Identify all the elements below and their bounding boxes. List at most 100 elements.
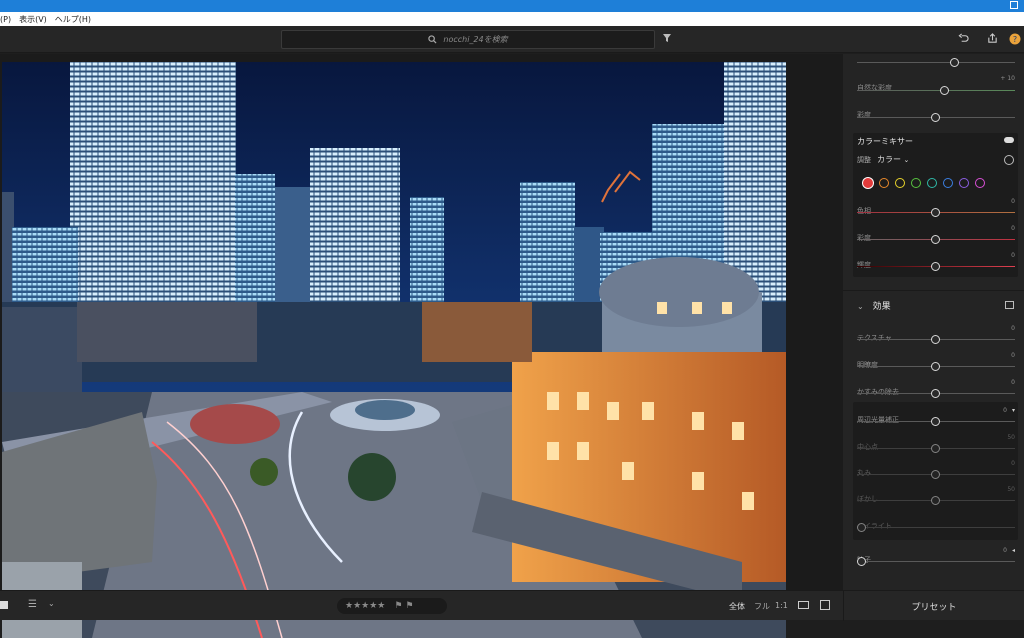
effects-header[interactable]: ⌄ 効果 bbox=[857, 299, 891, 312]
highlights-slider[interactable] bbox=[857, 523, 1015, 532]
compare-icon[interactable] bbox=[1005, 301, 1014, 309]
texture-knob[interactable] bbox=[931, 335, 940, 344]
title-bar bbox=[0, 0, 1024, 12]
vignette-slider[interactable] bbox=[857, 417, 1015, 426]
vibrance-value[interactable]: + 10 bbox=[1000, 75, 1015, 82]
midpoint-label: 中心点 bbox=[857, 443, 878, 451]
filter-icon[interactable] bbox=[661, 33, 673, 45]
edit-panel: 自然な彩度 + 10 彩度 カラーミキサー 調整 カラー ⌄ 色相 0 彩度 0… bbox=[843, 54, 1024, 590]
lum-slider[interactable] bbox=[857, 262, 1015, 271]
rating-stars[interactable]: ★★★★★ bbox=[345, 601, 385, 611]
feather-slider[interactable] bbox=[857, 496, 1015, 505]
color-mixer-title: カラーミキサー bbox=[857, 137, 913, 146]
adjust-dropdown[interactable]: カラー ⌄ bbox=[877, 154, 909, 165]
fill-button[interactable]: フル bbox=[754, 601, 770, 612]
roundness-value[interactable]: 0 bbox=[1011, 460, 1015, 467]
presets-button[interactable]: プリセット bbox=[843, 591, 1024, 621]
svg-text:?: ? bbox=[1013, 35, 1017, 44]
lum-value[interactable]: 0 bbox=[1011, 252, 1015, 259]
sat-knob[interactable] bbox=[931, 235, 940, 244]
presets-label: プリセット bbox=[911, 602, 957, 613]
sat-slider[interactable] bbox=[857, 235, 1015, 244]
vignette-knob[interactable] bbox=[931, 417, 940, 426]
undo-icon[interactable] bbox=[957, 33, 969, 45]
one-to-one-button[interactable]: 1:1 bbox=[775, 601, 788, 610]
feather-value[interactable]: 50 bbox=[1007, 486, 1015, 493]
roundness-knob[interactable] bbox=[931, 470, 940, 479]
vibrance-row: 自然な彩度 + 10 bbox=[857, 75, 1015, 95]
color-swatch[interactable] bbox=[911, 178, 921, 188]
color-swatch[interactable] bbox=[975, 178, 985, 188]
color-mixer-toggle[interactable] bbox=[1004, 137, 1014, 143]
color-swatch[interactable] bbox=[943, 178, 953, 188]
grain-row: 粒子 0 ◂ bbox=[857, 547, 1015, 566]
chevron-down-icon[interactable]: ⌄ bbox=[48, 599, 55, 608]
midpoint-slider[interactable] bbox=[857, 444, 1015, 453]
hue-label: 色相 bbox=[857, 207, 871, 215]
dropdown-arrow-icon[interactable]: ▾ bbox=[1012, 407, 1015, 414]
sort-icon[interactable]: ☰ bbox=[28, 599, 37, 610]
lum-knob[interactable] bbox=[931, 262, 940, 271]
saturation-knob[interactable] bbox=[931, 113, 940, 122]
midpoint-value[interactable]: 50 bbox=[1007, 434, 1015, 441]
texture-slider[interactable] bbox=[857, 335, 1015, 344]
clarity-label: 明瞭度 bbox=[857, 361, 878, 369]
help-icon[interactable]: ? bbox=[1009, 33, 1021, 45]
color-swatch-row bbox=[863, 178, 985, 188]
top-toolbar: nocchi_24を検索 ? bbox=[0, 26, 1024, 53]
menu-edit[interactable]: (P) bbox=[0, 15, 11, 24]
clarity-row: 明瞭度 0 bbox=[857, 352, 1015, 371]
menu-help[interactable]: ヘルプ(H) bbox=[55, 14, 91, 25]
hue-value[interactable]: 0 bbox=[1011, 198, 1015, 205]
dehaze-slider[interactable] bbox=[857, 389, 1015, 398]
hue-knob[interactable] bbox=[931, 208, 940, 217]
clarity-knob[interactable] bbox=[931, 362, 940, 371]
fit-button[interactable]: 全体 bbox=[729, 601, 745, 612]
divider bbox=[843, 290, 1024, 291]
color-swatch[interactable] bbox=[879, 178, 889, 188]
dehaze-knob[interactable] bbox=[931, 389, 940, 398]
midpoint-knob[interactable] bbox=[931, 444, 940, 453]
chevron-down-icon: ⌄ bbox=[857, 302, 864, 311]
color-swatch[interactable] bbox=[927, 178, 937, 188]
vibrance-slider[interactable] bbox=[857, 86, 1015, 95]
dropdown-arrow-icon[interactable]: ◂ bbox=[1012, 547, 1015, 554]
temp-slider[interactable] bbox=[857, 58, 1015, 67]
saturation-slider[interactable] bbox=[857, 113, 1015, 122]
before-after-icon[interactable] bbox=[798, 601, 809, 609]
color-swatch[interactable] bbox=[863, 178, 873, 188]
grid-view-icon[interactable] bbox=[0, 601, 8, 609]
reject-flag-icon[interactable]: ⚑ bbox=[405, 601, 413, 611]
texture-value[interactable]: 0 bbox=[1011, 325, 1015, 332]
grain-value[interactable]: 0 bbox=[1003, 547, 1007, 554]
restore-icon[interactable] bbox=[1010, 1, 1018, 9]
grain-knob[interactable] bbox=[857, 557, 866, 566]
highlights-knob[interactable] bbox=[857, 523, 866, 532]
vignette-value[interactable]: 0 bbox=[1003, 407, 1007, 414]
feather-knob[interactable] bbox=[931, 496, 940, 505]
target-adjust-icon[interactable] bbox=[1004, 155, 1014, 165]
sat-label: 彩度 bbox=[857, 234, 871, 242]
vignette-label: 周辺光量補正 bbox=[857, 416, 899, 424]
dehaze-value[interactable]: 0 bbox=[1011, 379, 1015, 386]
menu-view[interactable]: 表示(V) bbox=[19, 14, 47, 25]
grain-slider[interactable] bbox=[857, 557, 1015, 566]
search-input[interactable]: nocchi_24を検索 bbox=[281, 30, 655, 49]
hue-slider[interactable] bbox=[857, 208, 1015, 217]
color-swatch[interactable] bbox=[895, 178, 905, 188]
photo-canvas[interactable] bbox=[2, 62, 786, 638]
roundness-slider[interactable] bbox=[857, 470, 1015, 479]
sat-value[interactable]: 0 bbox=[1011, 225, 1015, 232]
midpoint-row: 中心点 50 bbox=[857, 434, 1015, 453]
rating-bar: ★★★★★ ⚑ ⚑ bbox=[337, 598, 447, 614]
color-swatch[interactable] bbox=[959, 178, 969, 188]
split-view-icon[interactable] bbox=[820, 600, 830, 610]
flag-icon[interactable]: ⚑ bbox=[394, 601, 402, 611]
share-icon[interactable] bbox=[986, 33, 998, 45]
clarity-slider[interactable] bbox=[857, 362, 1015, 371]
vibrance-knob[interactable] bbox=[940, 86, 949, 95]
temp-knob[interactable] bbox=[950, 58, 959, 67]
clarity-value[interactable]: 0 bbox=[1011, 352, 1015, 359]
dehaze-row: かすみの除去 0 bbox=[857, 379, 1015, 398]
bottom-bar: ☰ ⌄ ★★★★★ ⚑ ⚑ 全体 フル 1:1 プリセット bbox=[0, 590, 1024, 621]
